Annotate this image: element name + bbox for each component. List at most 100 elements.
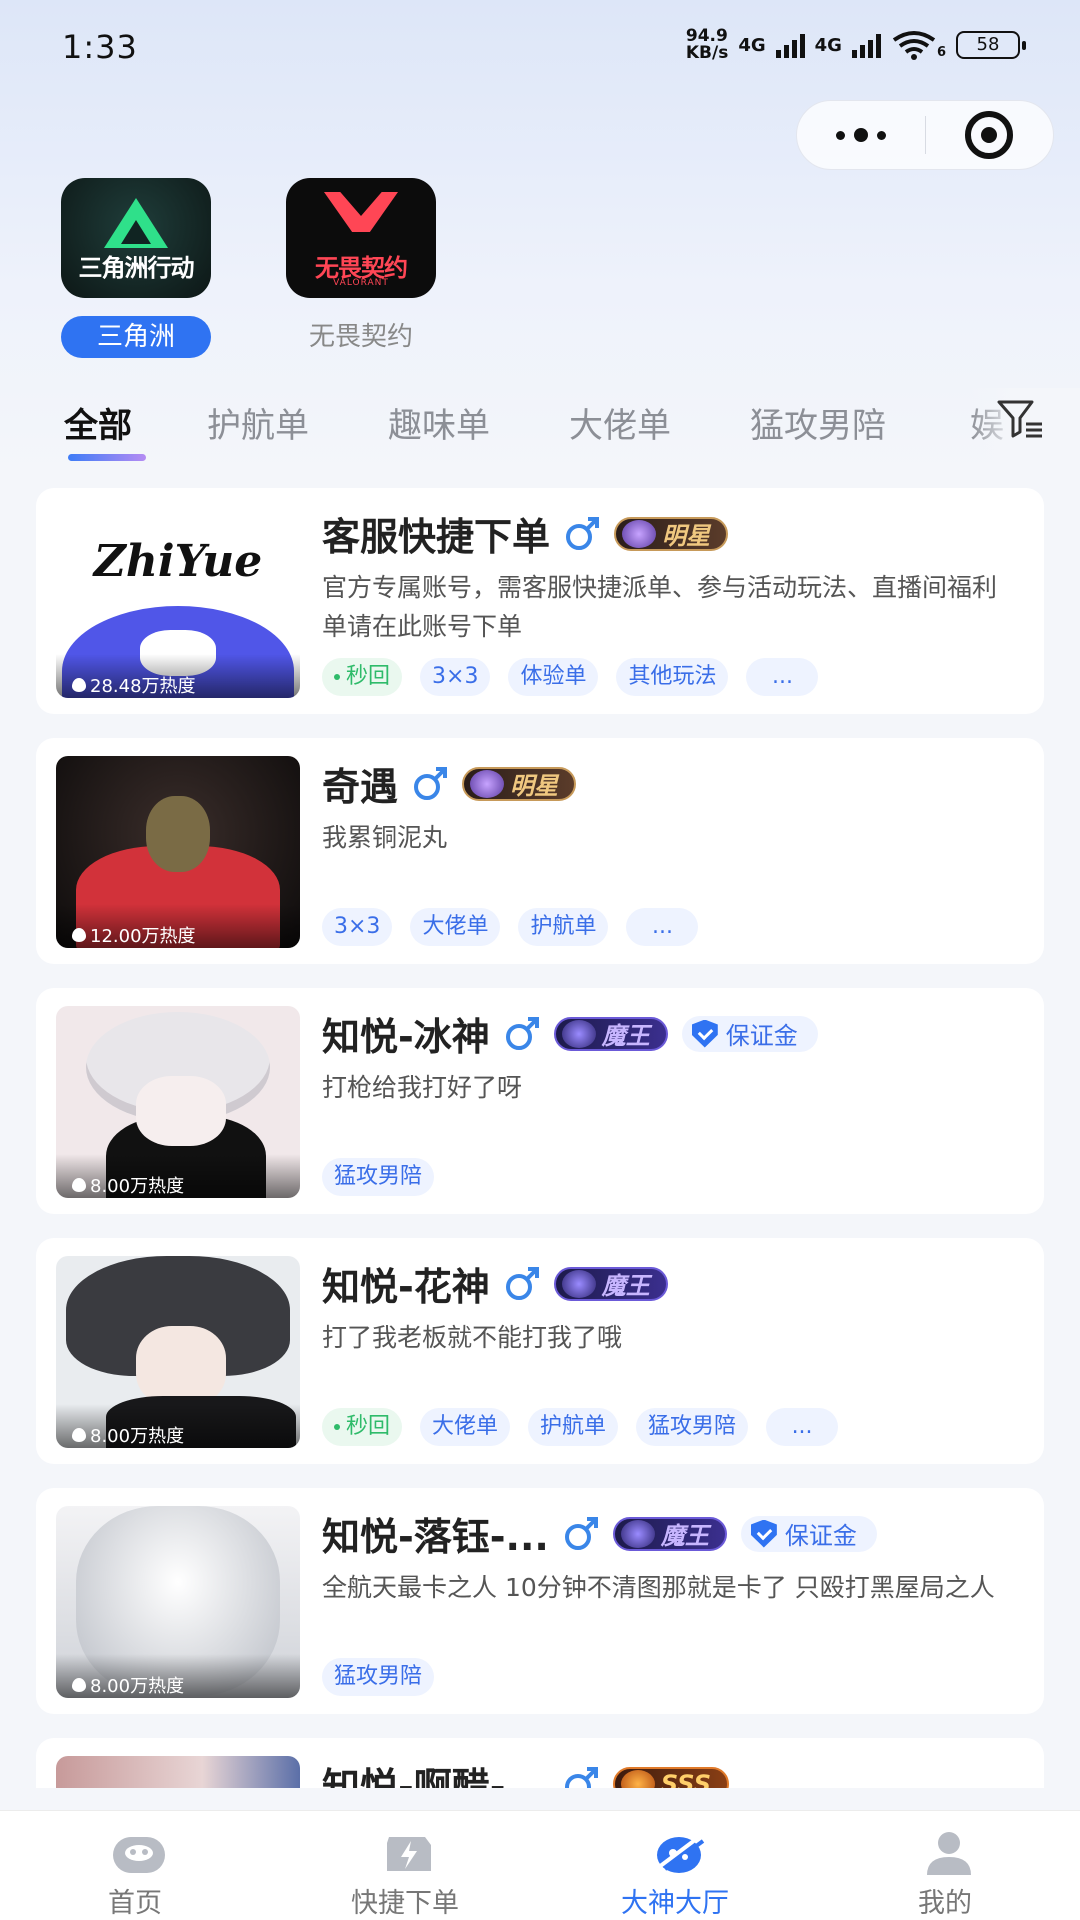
fire-icon <box>72 928 86 942</box>
player-description: 全航天最卡之人 10分钟不清图那就是卡了 只殴打黑屋局之人 <box>322 1573 995 1602</box>
tag: 3×3 <box>420 658 491 696</box>
deposit-badge: 保证金 <box>681 1015 818 1052</box>
tag: 护航单 <box>518 908 609 946</box>
player-card[interactable]: 8.00万热度 知悦-落钰-... 魔王 保证金 全航天最卡之人 10分钟不清图… <box>36 1488 1044 1714</box>
status-time: 1:33 <box>62 28 138 66</box>
heat-badge: 8.00万热度 <box>56 1404 300 1448</box>
tag: 其他玩法 <box>616 658 729 696</box>
player-name: 知悦-落钰-... <box>322 1515 549 1559</box>
player-card[interactable]: ZhiYue 28.48万热度 客服快捷下单 明星 官方专属账号，需客服快捷派单… <box>36 488 1044 714</box>
tab-escort[interactable]: 护航单 <box>207 398 309 447</box>
more-menu-icon[interactable] <box>797 128 925 142</box>
player-name: 知悦-花神 <box>322 1265 490 1309</box>
tag: 秒回 <box>322 1408 403 1446</box>
avatar-logo-text: ZhiYue <box>93 536 263 587</box>
game-delta-force[interactable]: 三角洲行动 三角洲 <box>61 178 211 358</box>
player-list: ZhiYue 28.48万热度 客服快捷下单 明星 官方专属账号，需客服快捷派单… <box>36 488 1044 1788</box>
tab-fun[interactable]: 趣味单 <box>388 398 490 447</box>
heat-badge: 8.00万热度 <box>56 1154 300 1198</box>
game-label: 三角洲 <box>61 316 211 358</box>
signal-label-1: 4G <box>738 34 766 56</box>
player-name-row: 客服快捷下单 明星 <box>322 506 729 561</box>
player-avatar: ZhiYue 28.48万热度 <box>56 506 300 698</box>
heat-badge: 28.48万热度 <box>56 654 300 698</box>
player-name: 知悦-冰神 <box>322 1015 490 1059</box>
profile-icon <box>927 1832 971 1875</box>
bottom-nav: 首页 快捷下单 大神大厅 我的 <box>0 1810 1080 1920</box>
rank-badge: SSS <box>612 1766 730 1788</box>
rank-emblem-icon <box>561 1269 596 1298</box>
male-icon <box>566 516 600 550</box>
tag: 猛攻男陪 <box>322 1158 435 1196</box>
tag: 护航单 <box>528 1408 619 1446</box>
wifi-tag: 6 <box>936 44 946 60</box>
fire-icon <box>72 678 86 692</box>
network-speed: 94.9 KB/s <box>685 26 729 63</box>
tag-list: 猛攻男陪 <box>322 1158 435 1196</box>
master-hall-icon <box>657 1835 705 1873</box>
heat-badge: 12.00万热度 <box>56 904 300 948</box>
more-tags[interactable]: ... <box>746 658 819 696</box>
player-name: 客服快捷下单 <box>322 515 551 559</box>
nav-master-hall[interactable]: 大神大厅 <box>540 1811 810 1920</box>
rank-emblem-icon <box>620 1769 655 1788</box>
player-name-row: 知悦-花神 魔王 <box>322 1256 668 1311</box>
player-card[interactable]: 8.00万热度 知悦-花神 魔王 打了我老板就不能打我了哦 秒回 大佬单 护航单… <box>36 1238 1044 1464</box>
rank-emblem-icon <box>470 769 505 798</box>
male-icon <box>564 1516 598 1550</box>
more-tags[interactable]: ... <box>766 1408 839 1446</box>
tab-assault[interactable]: 猛攻男陪 <box>750 398 886 447</box>
status-icons: 94.9 KB/s 4G 4G 6 58 <box>685 26 1026 63</box>
game-label: 无畏契约 <box>308 322 413 352</box>
filter-icon[interactable] <box>996 398 1044 440</box>
nav-home[interactable]: 首页 <box>0 1811 270 1920</box>
player-avatar: 8.00万热度 <box>56 1256 300 1448</box>
player-description: 官方专属账号，需客服快捷派单、参与活动玩法、直播间福利单请在此账号下单 <box>322 573 998 641</box>
male-icon <box>414 766 448 800</box>
fire-icon <box>72 1428 86 1442</box>
player-description: 打枪给我打好了呀 <box>322 1073 523 1102</box>
player-name: 知悦-啊醋-... <box>322 1765 549 1788</box>
quick-order-icon <box>387 1837 431 1871</box>
active-tab-indicator <box>68 454 146 461</box>
tag: 大佬单 <box>420 1408 511 1446</box>
tag-list: 3×3 大佬单 护航单 ... <box>322 908 699 946</box>
close-miniprogram-icon[interactable] <box>926 111 1054 159</box>
deposit-badge: 保证金 <box>740 1515 877 1552</box>
status-bar: 1:33 94.9 KB/s 4G 4G 6 58 <box>0 0 1080 96</box>
tag: 体验单 <box>508 658 599 696</box>
player-avatar <box>56 1756 300 1788</box>
more-tags[interactable]: ... <box>626 908 699 946</box>
tab-boss[interactable]: 大佬单 <box>569 398 671 447</box>
player-name-row: 知悦-冰神 魔王 保证金 <box>322 1006 818 1061</box>
male-icon <box>505 1266 539 1300</box>
player-card[interactable]: 12.00万热度 奇遇 明星 我累铜泥丸 3×3 大佬单 护航单 ... <box>36 738 1044 964</box>
male-icon <box>564 1766 598 1788</box>
shield-check-icon <box>750 1519 777 1548</box>
rank-emblem-icon <box>620 1519 655 1548</box>
signal-label-2: 4G <box>814 34 842 56</box>
battery-icon: 58 <box>956 31 1026 59</box>
rank-badge: 魔王 <box>553 1016 668 1051</box>
home-icon <box>113 1837 165 1873</box>
player-description: 打了我老板就不能打我了哦 <box>322 1323 623 1352</box>
nav-quick-order[interactable]: 快捷下单 <box>270 1811 540 1920</box>
miniprogram-capsule <box>796 100 1054 170</box>
player-card[interactable]: 8.00万热度 知悦-冰神 魔王 保证金 打枪给我打好了呀 猛攻男陪 <box>36 988 1044 1214</box>
delta-force-logo: 三角洲行动 <box>61 178 211 298</box>
player-card[interactable]: 知悦-啊醋-... SSS <box>36 1738 1044 1788</box>
wifi-icon <box>892 31 936 60</box>
tag-list: 秒回 3×3 体验单 其他玩法 ... <box>322 658 819 696</box>
heat-badge: 8.00万热度 <box>56 1654 300 1698</box>
rank-emblem-icon <box>561 1019 596 1048</box>
tag: 猛攻男陪 <box>322 1658 435 1696</box>
tag: 秒回 <box>322 658 403 696</box>
signal-icon <box>851 32 881 58</box>
rank-badge: 魔王 <box>612 1516 727 1551</box>
male-icon <box>505 1016 539 1050</box>
rank-badge: 明星 <box>462 766 577 801</box>
tab-all[interactable]: 全部 <box>64 398 132 447</box>
nav-profile[interactable]: 我的 <box>810 1811 1080 1920</box>
player-name-row: 知悦-啊醋-... SSS <box>322 1756 730 1788</box>
game-valorant[interactable]: 无畏契约 VALORANT 无畏契约 <box>286 178 436 358</box>
